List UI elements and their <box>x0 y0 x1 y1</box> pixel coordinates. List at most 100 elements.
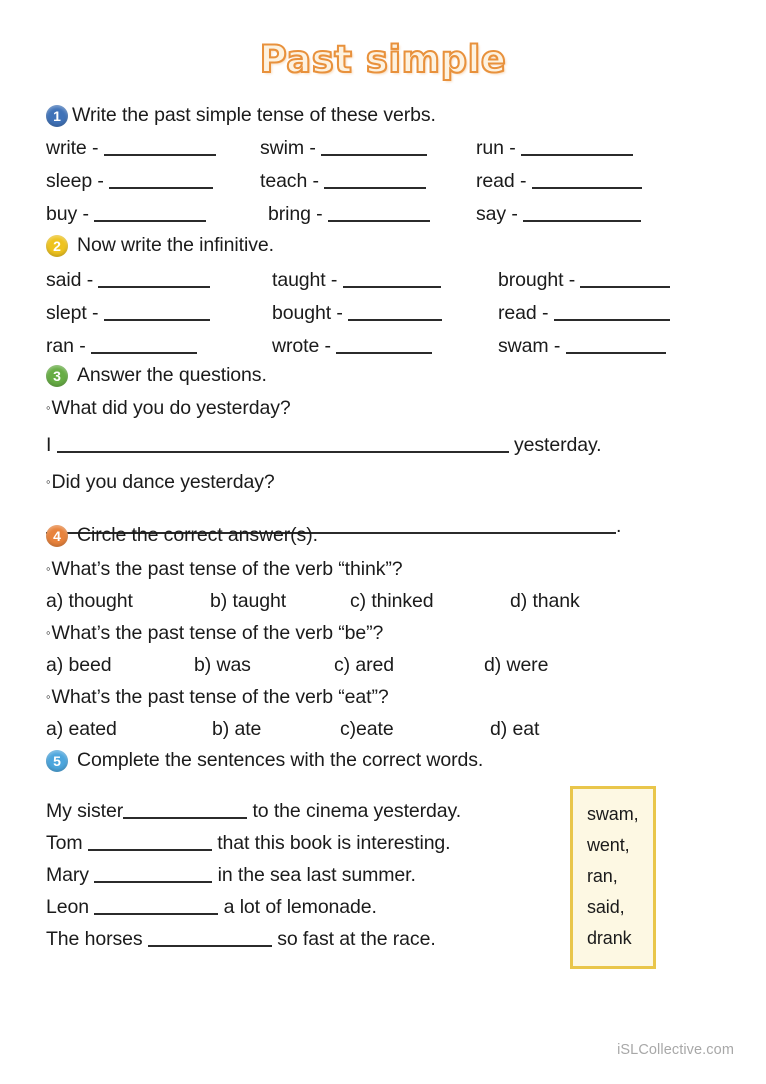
word-bank-item[interactable]: drank <box>587 923 653 954</box>
question-text: Did you dance yesterday? <box>51 470 275 493</box>
verb-item: write - <box>46 136 216 160</box>
verb-label: bring - <box>268 202 323 225</box>
exercise-4-number: 4 <box>46 524 68 547</box>
bullet-icon: ◦ <box>46 561 51 576</box>
answer-blank[interactable] <box>98 268 211 288</box>
answer-blank[interactable] <box>103 136 216 156</box>
answer-blank[interactable] <box>580 268 671 288</box>
worksheet-title-wrap: Past simple <box>0 37 766 82</box>
word-bank-item[interactable]: said, <box>587 892 653 923</box>
sentence-after: that this book is interesting. <box>217 831 451 854</box>
word-bank-item[interactable]: swam, <box>587 799 653 830</box>
sentence-after: so fast at the race. <box>277 927 436 950</box>
answer-blank[interactable] <box>553 301 670 321</box>
answer-prefix: I <box>46 433 52 456</box>
page-title: Past simple <box>259 37 507 82</box>
exercise-5-number: 5 <box>46 749 68 772</box>
mcq-option[interactable]: a) thought <box>46 590 133 613</box>
verb-label: said - <box>46 268 94 291</box>
verb-item: swam - <box>498 334 666 358</box>
answer-blank[interactable] <box>565 334 666 354</box>
mcq-option[interactable]: b) taught <box>210 590 286 613</box>
exercise-3-number: 3 <box>46 364 68 387</box>
answer-blank[interactable] <box>531 169 642 189</box>
site-watermark: iSLCollective.com <box>617 1042 734 1058</box>
sentence-after: to the cinema yesterday. <box>252 799 462 822</box>
exercise-3-question-1: ◦What did you do yesterday? <box>46 397 621 420</box>
exercise-5-instruction: Complete the sentences with the correct … <box>77 749 484 771</box>
exercise-2-instruction: Now write the infinitive. <box>77 234 274 256</box>
mcq-option[interactable]: d) were <box>484 654 548 677</box>
verb-item: bought - <box>272 301 443 325</box>
bullet-icon: ◦ <box>46 625 51 640</box>
answer-blank[interactable] <box>109 169 214 189</box>
answer-blank[interactable] <box>56 433 509 453</box>
mcq-option[interactable]: d) thank <box>510 590 580 613</box>
sentence-before: Mary <box>46 863 89 886</box>
sentence-row: Mary in the sea last summer. <box>46 863 483 895</box>
answer-blank[interactable] <box>342 268 441 288</box>
exercise-1-number: 1 <box>46 104 68 127</box>
bullet-icon: ◦ <box>46 689 51 704</box>
exercise-1: 1 Write the past simple tense of these v… <box>46 104 736 240</box>
exercise-4: 4 Circle the correct answer(s). ◦What’s … <box>46 524 580 745</box>
mcq-option[interactable]: d) eat <box>490 718 539 741</box>
answer-blank[interactable] <box>336 334 433 354</box>
exercise-2-number: 2 <box>46 234 68 257</box>
answer-blank[interactable] <box>103 301 210 321</box>
question-text: What’s the past tense of the verb “be”? <box>51 622 384 644</box>
mcq-option[interactable]: a) eated <box>46 718 117 741</box>
answer-blank[interactable] <box>348 301 443 321</box>
sentence-before: Tom <box>46 831 83 854</box>
verb-item: taught - <box>272 268 441 292</box>
answer-blank[interactable] <box>321 136 428 156</box>
exercise-4-options-3: a) eated b) ate c)eate d) eat <box>46 718 539 745</box>
sentence-row: The horses so fast at the race. <box>46 927 483 959</box>
answer-blank[interactable] <box>87 831 212 851</box>
sentence-before: Leon <box>46 895 89 918</box>
verb-label: run - <box>476 136 516 159</box>
verb-label: wrote - <box>272 334 331 357</box>
answer-blank[interactable] <box>523 202 642 222</box>
verb-item: wrote - <box>272 334 433 358</box>
mcq-option[interactable]: c)eate <box>340 718 394 741</box>
bullet-icon: ◦ <box>46 400 51 415</box>
verb-label: swim - <box>260 136 316 159</box>
answer-blank[interactable] <box>147 927 272 947</box>
exercise-3-question-2: ◦Did you dance yesterday? <box>46 471 621 494</box>
mcq-option[interactable]: b) ate <box>212 718 261 741</box>
answer-blank[interactable] <box>94 202 207 222</box>
sentence-row: Leon a lot of lemonade. <box>46 895 483 927</box>
verb-label: say - <box>476 202 518 225</box>
exercise-5: 5 Complete the sentences with the correc… <box>46 749 483 959</box>
verb-label: slept - <box>46 301 99 324</box>
answer-blank[interactable] <box>123 799 248 819</box>
mcq-option[interactable]: c) ared <box>334 654 394 677</box>
answer-end-period: . <box>616 514 622 537</box>
answer-blank[interactable] <box>327 202 430 222</box>
verb-item: bring - <box>268 202 430 226</box>
mcq-option[interactable]: a) beed <box>46 654 112 677</box>
answer-blank[interactable] <box>324 169 427 189</box>
verb-item: sleep - <box>46 169 214 193</box>
word-bank-item[interactable]: ran, <box>587 861 653 892</box>
mcq-option[interactable]: c) thinked <box>350 590 434 613</box>
exercise-4-question-3: ◦What’s the past tense of the verb “eat”… <box>46 686 402 709</box>
exercise-4-instruction: Circle the correct answer(s). <box>77 524 318 546</box>
mcq-option[interactable]: b) was <box>194 654 251 677</box>
verb-label: ran - <box>46 334 86 357</box>
answer-blank[interactable] <box>94 863 213 883</box>
answer-blank[interactable] <box>520 136 633 156</box>
verb-label: read - <box>498 301 549 324</box>
verb-label: sleep - <box>46 169 104 192</box>
verb-label: swam - <box>498 334 561 357</box>
exercise-4-options-2: a) beed b) was c) ared d) were <box>46 654 548 681</box>
question-text: What’s the past tense of the verb “think… <box>51 558 403 580</box>
exercise-4-heading: 4 Circle the correct answer(s). <box>46 524 402 547</box>
answer-blank[interactable] <box>94 895 219 915</box>
answer-blank[interactable] <box>90 334 197 354</box>
exercise-2-heading: 2 Now write the infinitive. <box>46 234 736 257</box>
verb-label: taught - <box>272 268 338 291</box>
sentence-row: My sister to the cinema yesterday. <box>46 799 483 831</box>
word-bank-item[interactable]: went, <box>587 830 653 861</box>
